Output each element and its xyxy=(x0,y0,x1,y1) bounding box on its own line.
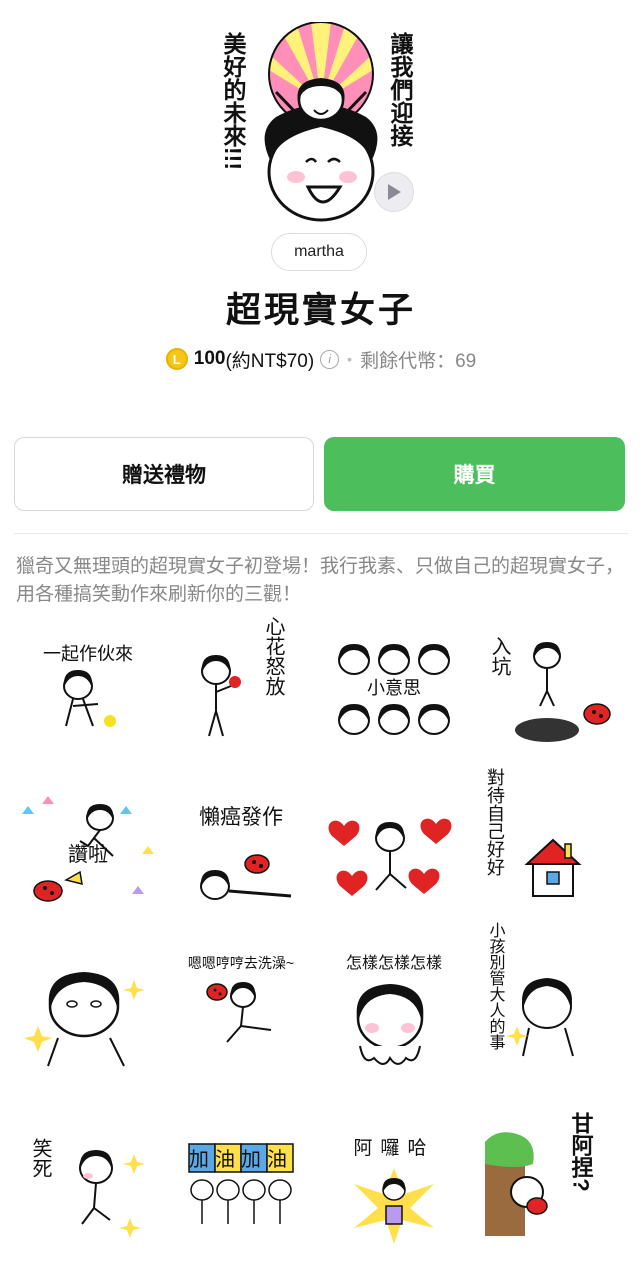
sticker-item[interactable]: 讚啦 xyxy=(18,786,158,916)
sticker-item[interactable] xyxy=(18,946,158,1076)
sticker-caption: 小孩別管大人的事 xyxy=(487,922,506,1050)
sticker-item[interactable]: 甘阿捏? xyxy=(477,1112,617,1254)
sticker-item[interactable]: 心花怒放 xyxy=(171,616,311,756)
sticker-item[interactable]: 小孩別管大人的事 xyxy=(477,922,617,1076)
sticker-caption: 嗯嗯哼哼去洗澡~ xyxy=(188,955,294,971)
sticker-item[interactable]: 嗯嗯哼哼去洗澡~ xyxy=(171,946,311,1076)
sticker-caption: 懶癌發作 xyxy=(199,806,283,829)
line-coin-icon: L xyxy=(165,348,188,370)
play-preview-button[interactable] xyxy=(374,172,414,212)
sticker-grid: 一起作伙來 心花怒放 小意思 入坑 讚啦 懶癌發作 對待自己好好 嗯嗯哼哼去洗澡… xyxy=(18,616,624,1256)
sticker-item[interactable]: 入坑 xyxy=(477,626,617,756)
sticker-item[interactable]: 一起作伙來 xyxy=(18,626,158,756)
description: 獵奇又無理頭的超現實女子初登場！我行我素、只做自己的超現實女子，用各種搞笑動作來… xyxy=(16,556,625,605)
sticker-caption: 甘阿捏? xyxy=(569,1112,594,1191)
gift-button[interactable]: 贈送禮物 xyxy=(14,437,314,511)
sticker-item[interactable]: 小意思 xyxy=(324,626,464,756)
sticker-caption: 阿囉哈 xyxy=(353,1137,434,1159)
sticker-item[interactable]: 笑死 xyxy=(18,1124,158,1254)
sticker-caption: 一起作伙來 xyxy=(43,644,133,664)
sticker-item[interactable]: 怎樣怎樣怎樣 xyxy=(324,946,464,1076)
info-icon[interactable]: i xyxy=(320,349,340,369)
sticker-caption: 小意思 xyxy=(367,678,421,698)
sticker-caption: 加油加油 xyxy=(189,1148,293,1171)
price-coins: 100 xyxy=(193,348,226,369)
sticker-caption: 怎樣怎樣怎樣 xyxy=(346,954,442,972)
remaining-coins: 剩餘代幣：69 xyxy=(360,350,477,372)
sticker-title: 超現實女子 xyxy=(225,291,416,330)
hero-left-caption: 美好的未來!!! xyxy=(220,32,246,170)
play-icon xyxy=(388,184,401,200)
sticker-caption: 笑死 xyxy=(29,1138,52,1178)
sticker-item[interactable]: 加油加油 xyxy=(171,1124,311,1254)
separator: • xyxy=(347,351,353,367)
author-chip[interactable]: martha xyxy=(271,233,367,271)
price-local: (約NT$70) xyxy=(225,350,315,372)
sticker-caption: 對待自己好好 xyxy=(485,768,505,877)
divider xyxy=(14,533,628,534)
sticker-caption: 讚啦 xyxy=(68,843,108,866)
sticker-caption: 心花怒放 xyxy=(262,616,285,696)
hero-right-caption: 讓我們迎接 xyxy=(387,32,413,147)
sticker-caption: 入坑 xyxy=(488,636,511,676)
sticker-item[interactable]: 阿囉哈 xyxy=(324,1124,464,1254)
price-row: L 100 (約NT$70) i • 剩餘代幣：69 xyxy=(0,343,642,375)
sticker-item[interactable] xyxy=(324,786,464,916)
buy-button[interactable]: 購買 xyxy=(324,437,625,511)
sticker-item[interactable]: 懶癌發作 xyxy=(171,786,311,916)
sticker-item[interactable]: 對待自己好好 xyxy=(477,768,617,916)
